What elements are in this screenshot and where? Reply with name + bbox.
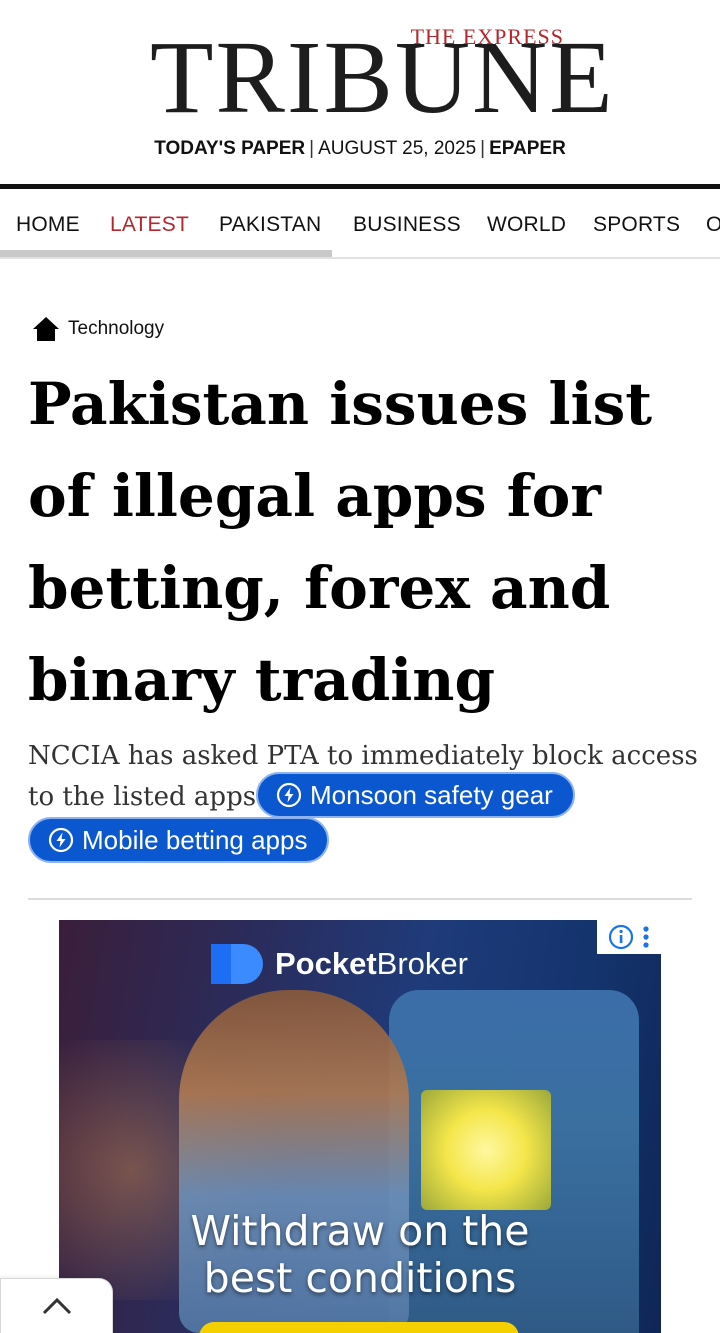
category-breadcrumb[interactable]: Technology <box>32 314 164 344</box>
ad-choices[interactable] <box>597 920 661 954</box>
ad-atm-screen <box>421 1090 551 1210</box>
ad-brand-regular: Broker <box>376 946 468 981</box>
separator: | <box>309 138 315 159</box>
pocket-broker-logo-icon <box>211 944 263 984</box>
dateline: TODAY'S PAPER | AUGUST 25, 2025 | EPAPER <box>0 138 720 160</box>
epaper-link[interactable]: EPAPER <box>489 138 566 159</box>
todays-paper-link[interactable]: TODAY'S PAPER <box>154 138 305 159</box>
logo-main-text: TRIBUNE <box>150 20 615 135</box>
separator: | <box>480 138 486 159</box>
ad-brand-bold: Pocket <box>275 946 377 981</box>
chevron-up-icon <box>42 1297 71 1315</box>
article-headline: Pakistan issues list of illegal apps for… <box>28 370 653 714</box>
tribune-logo[interactable]: THE EXPRESS TRIBUNE <box>150 20 613 130</box>
chip-label: Mobile betting apps <box>82 824 308 855</box>
nav-item-pakistan[interactable]: PAKISTAN <box>219 213 321 237</box>
suggestion-chip-betting[interactable]: Mobile betting apps <box>28 817 330 863</box>
bolt-icon <box>48 827 74 853</box>
chip-label: Monsoon safety gear <box>310 779 553 810</box>
divider <box>28 898 692 900</box>
nav-item-world[interactable]: WORLD <box>487 213 566 237</box>
nav-item-sports[interactable]: SPORTS <box>593 213 680 237</box>
nav-item-home[interactable]: HOME <box>16 213 80 237</box>
suggestion-chip-monsoon[interactable]: Monsoon safety gear <box>256 772 575 818</box>
ad-tagline-line1: Withdraw on the <box>190 1207 530 1255</box>
nav-item-latest[interactable]: LATEST <box>110 213 189 237</box>
nav-item-business[interactable]: BUSINESS <box>353 213 461 237</box>
info-icon[interactable] <box>608 924 634 950</box>
main-nav: HOME LATEST PAKISTAN BUSINESS WORLD SPOR… <box>0 189 720 259</box>
ad-cta-button[interactable] <box>199 1322 519 1333</box>
category-label: Technology <box>68 318 165 339</box>
advertisement-banner[interactable]: PocketBroker Withdraw on the best condit… <box>59 920 661 1333</box>
home-icon <box>32 315 60 343</box>
masthead: THE EXPRESS TRIBUNE TODAY'S PAPER | AUGUST… <box>0 0 720 186</box>
nav-item-overflow[interactable]: O <box>706 213 720 237</box>
nav-scrollbar[interactable] <box>0 250 332 257</box>
date-text: AUGUST 25, 2025 <box>318 138 477 159</box>
more-vert-icon[interactable] <box>642 925 650 949</box>
ad-brand: PocketBroker <box>209 942 468 986</box>
ad-tagline: Withdraw on the best conditions <box>59 1208 661 1302</box>
bolt-icon <box>276 782 302 808</box>
scroll-to-top-button[interactable] <box>0 1278 113 1333</box>
ad-tagline-line2: best conditions <box>203 1254 517 1302</box>
